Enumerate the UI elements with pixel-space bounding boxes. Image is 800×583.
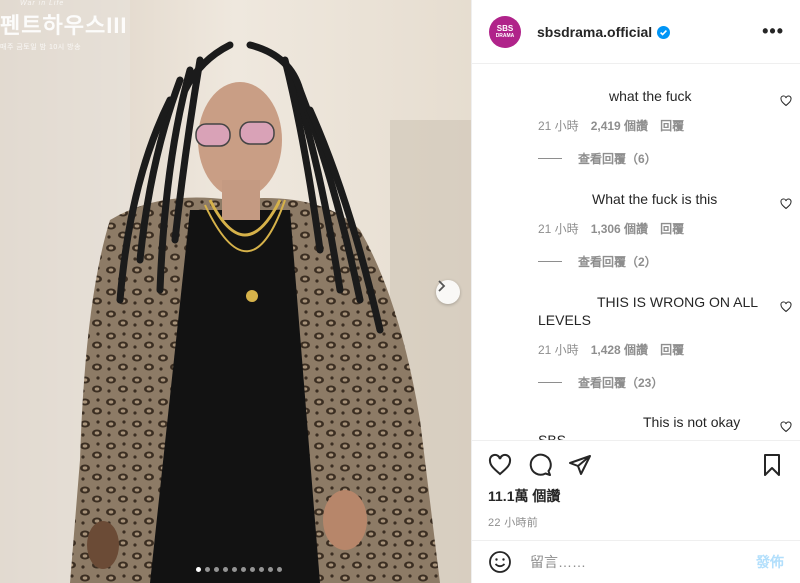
comment-time[interactable]: 21 小時 <box>538 117 579 134</box>
watermark-title: 펜트하우스III <box>0 13 128 38</box>
comment-item: THIS IS WRONG ON ALL LEVELS 21 小時 1,428 … <box>538 293 774 358</box>
drama-watermark: War in Life 펜트하우스III 매주 금토일 밤 10시 방송 <box>0 0 128 52</box>
divider-line <box>538 261 562 262</box>
reply-button[interactable]: 回覆 <box>660 341 684 358</box>
comment-time[interactable]: 21 小時 <box>538 220 579 237</box>
view-replies-button[interactable]: 查看回覆（2） <box>538 253 657 270</box>
chevron-right-icon <box>438 280 446 292</box>
comment-text-cut: SBS <box>538 432 567 440</box>
instagram-post-window: War in Life 펜트하우스III 매주 금토일 밤 10시 방송 SBS… <box>0 0 800 583</box>
comment-meta: 21 小時 1,428 個讚 回覆 <box>538 341 774 358</box>
carousel-dot <box>223 567 228 572</box>
comment-like-heart-icon[interactable] <box>780 301 792 313</box>
comment-input[interactable] <box>528 553 756 571</box>
post-actions: 11.1萬 個讚 22 小時前 <box>472 440 800 530</box>
comment-bubble-icon[interactable] <box>528 453 552 477</box>
like-heart-icon[interactable] <box>488 453 512 477</box>
post-timestamp[interactable]: 22 小時前 <box>472 514 800 530</box>
comment-meta: 21 小時 2,419 個讚 回覆 <box>538 117 774 134</box>
watermark-tagline: War in Life <box>20 0 65 7</box>
emoji-icon[interactable] <box>488 550 512 574</box>
carousel-dot <box>232 567 237 572</box>
reply-button[interactable]: 回覆 <box>660 220 684 237</box>
comment-like-heart-icon[interactable] <box>780 95 792 107</box>
carousel-dot-active <box>196 567 201 572</box>
username-link[interactable]: sbsdrama.official <box>537 23 671 40</box>
view-replies-label: 查看回覆（6） <box>578 152 657 166</box>
carousel-indicator <box>196 567 282 572</box>
watermark-subtitle: 매주 금토일 밤 10시 방송 <box>0 44 82 51</box>
post-comment-button[interactable]: 發佈 <box>756 552 784 572</box>
divider-line <box>538 158 562 159</box>
view-replies-button[interactable]: 查看回覆（23） <box>538 374 663 391</box>
reply-button[interactable]: 回覆 <box>660 117 684 134</box>
divider-line <box>538 382 562 383</box>
username-text: sbsdrama.official <box>537 23 653 40</box>
comment-meta: 21 小時 1,306 個讚 回覆 <box>538 220 774 237</box>
carousel-dot <box>277 567 282 572</box>
comment-likes[interactable]: 2,419 個讚 <box>591 117 648 134</box>
comments-list[interactable]: what the fuck 21 小時 2,419 個讚 回覆 查看回覆（6） … <box>472 65 800 440</box>
verified-badge-icon <box>657 26 671 40</box>
comment-item: what the fuck 21 小時 2,419 個讚 回覆 <box>538 87 774 134</box>
carousel-next-button[interactable] <box>436 280 460 304</box>
post-side-panel: SBS DRAMA sbsdrama.official ••• what the… <box>471 0 800 583</box>
comment-item: What the fuck is this 21 小時 1,306 個讚 回覆 <box>538 190 774 237</box>
post-likes-count[interactable]: 11.1萬 個讚 <box>472 486 800 506</box>
post-media[interactable]: War in Life 펜트하우스III 매주 금토일 밤 10시 방송 <box>0 0 471 583</box>
more-options-icon[interactable]: ••• <box>762 21 784 42</box>
carousel-dot <box>241 567 246 572</box>
view-replies-button[interactable]: 查看回覆（6） <box>538 150 657 167</box>
comment-item: This is not okay SBS <box>538 413 774 440</box>
comment-text: THIS IS WRONG ON ALL LEVELS <box>538 294 758 328</box>
comment-time[interactable]: 21 小時 <box>538 341 579 358</box>
carousel-dot <box>214 567 219 572</box>
save-bookmark-icon[interactable] <box>760 453 784 477</box>
post-header: SBS DRAMA sbsdrama.official ••• <box>472 0 800 64</box>
add-comment-bar: 發佈 <box>472 540 800 583</box>
carousel-dot <box>259 567 264 572</box>
comment-likes[interactable]: 1,306 個讚 <box>591 220 648 237</box>
carousel-dot <box>250 567 255 572</box>
carousel-dot <box>205 567 210 572</box>
share-paper-plane-icon[interactable] <box>568 453 592 477</box>
view-replies-label: 查看回覆（23） <box>578 376 664 390</box>
comment-text: This is not okay <box>643 414 741 430</box>
view-replies-label: 查看回覆（2） <box>578 255 657 269</box>
avatar-text-top: SBS <box>496 23 514 33</box>
comment-text: what the fuck <box>609 88 692 104</box>
comment-likes[interactable]: 1,428 個讚 <box>591 341 648 358</box>
action-icons-row <box>472 441 800 489</box>
avatar-text-bottom: DRAMA <box>495 32 515 39</box>
comment-like-heart-icon[interactable] <box>780 421 792 433</box>
avatar[interactable]: SBS DRAMA <box>489 15 521 48</box>
comment-text: What the fuck is this <box>592 191 718 207</box>
carousel-dot <box>268 567 273 572</box>
comment-like-heart-icon[interactable] <box>780 198 792 210</box>
post-photo <box>0 0 471 583</box>
